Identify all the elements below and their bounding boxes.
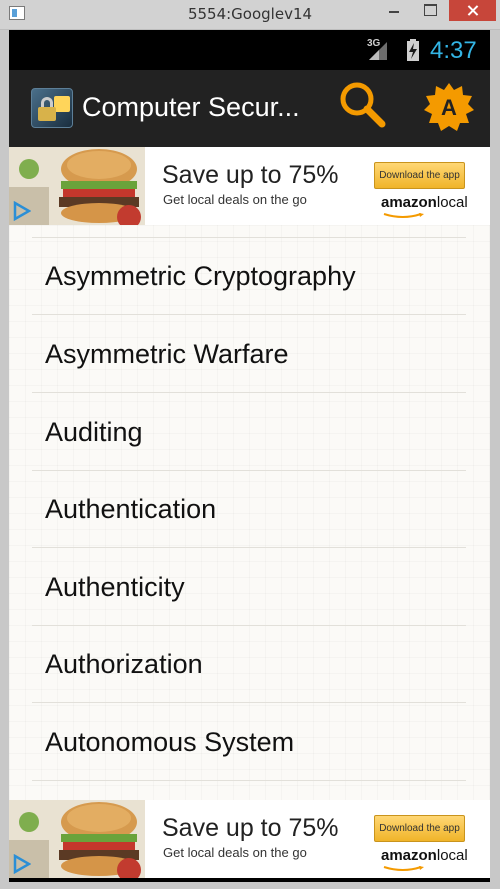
ad-brand-suffix: local [436,847,468,864]
list-item-label: Authenticity [45,572,185,602]
term-list[interactable]: Asymmetric Cryptography Asymmetric Warfa… [9,225,490,800]
svg-text:A: A [441,95,457,120]
status-clock: 4:37 [430,37,477,64]
window-frame-bottom [0,882,500,889]
amazon-smile-icon [383,866,424,871]
status-bar: 3G 4:37 [9,30,490,70]
ad-brand: amazonlocal [381,847,468,864]
list-item-label: Authorization [45,649,203,679]
list-item[interactable]: Asymmetric Warfare [32,316,466,393]
list-item[interactable]: Asymmetric Cryptography [32,238,466,315]
signal-icon [369,42,387,60]
ad-download-button[interactable]: Download the app [374,162,465,189]
window-maximize-button[interactable] [416,0,444,21]
list-item-label: Asymmetric Warfare [45,339,289,369]
ad-subtext: Get local deals on the go [163,192,307,207]
adchoices-icon[interactable] [11,854,31,874]
ad-brand-name: amazon [381,847,437,864]
ad-brand: amazonlocal [381,194,468,211]
ad-brand-suffix: local [436,194,468,211]
search-icon[interactable] [337,80,389,132]
amazon-smile-icon [383,213,424,218]
list-item-label: Auditing [45,417,143,447]
ad-subtext: Get local deals on the go [163,845,307,860]
emulator-screen: 3G 4:37 Computer Secur... A Save up to 7… [9,30,490,882]
ad-brand-name: amazon [381,194,437,211]
list-item-label: Asymmetric Cryptography [45,261,356,291]
battery-charging-icon [407,39,419,61]
list-item[interactable]: Autonomous System [32,704,466,781]
a-badge-icon[interactable]: A [424,82,474,132]
action-bar: Computer Secur... A [9,70,490,147]
ad-download-button[interactable]: Download the app [374,815,465,842]
window-frame-right [490,30,500,889]
app-title: Computer Secur... [82,92,300,122]
ad-headline: Save up to 75% [162,161,339,189]
list-item[interactable]: Auditing [32,394,466,471]
list-item-label: Autonomous System [45,727,295,757]
window-minimize-button[interactable] [380,0,408,21]
ad-headline: Save up to 75% [162,814,339,842]
list-item[interactable]: Authenticity [32,549,466,626]
window-titlebar: 5554:Googlev14 [0,0,500,30]
ad-banner-top[interactable]: Save up to 75% Get local deals on the go… [9,147,490,225]
adchoices-icon[interactable] [11,201,31,221]
ad-banner-bottom[interactable]: Save up to 75% Get local deals on the go… [9,800,490,878]
list-item[interactable]: Authentication [32,471,466,548]
window-close-button[interactable] [449,0,496,21]
window-frame-left [0,30,9,889]
list-item[interactable]: Authorization [32,626,466,703]
list-item-label: Authentication [45,494,217,524]
app-logo-icon[interactable] [31,88,73,128]
